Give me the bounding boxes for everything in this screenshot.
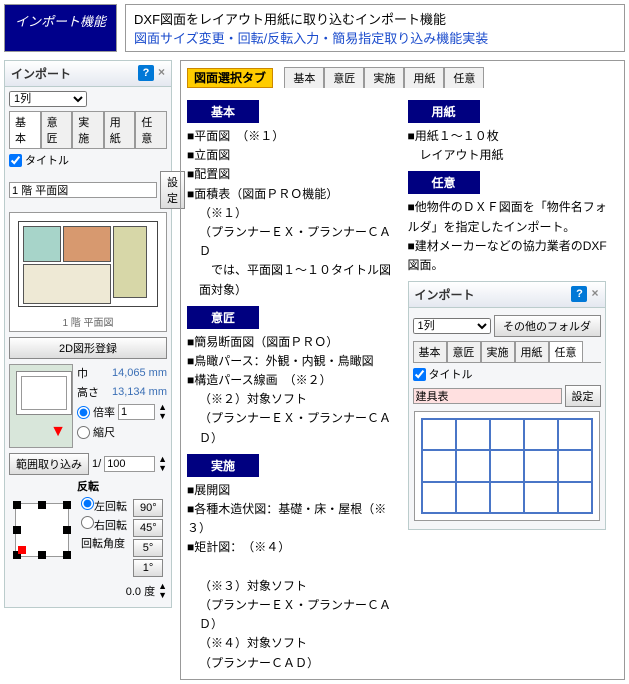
mini-column-select[interactable]: 1列 bbox=[413, 318, 491, 334]
mini-tab-isho[interactable]: 意匠 bbox=[447, 341, 481, 362]
mini-title-checkbox-label: タイトル bbox=[429, 366, 473, 382]
title-checkbox-label: タイトル bbox=[25, 152, 69, 168]
mini-title-input[interactable] bbox=[413, 388, 562, 404]
panel-title: インポート bbox=[11, 65, 71, 82]
help-icon[interactable]: ? bbox=[571, 286, 587, 302]
content-tab-jisshi[interactable]: 実施 bbox=[364, 67, 404, 88]
angle-90-button[interactable]: 90° bbox=[133, 499, 163, 517]
content-tab-youshi[interactable]: 用紙 bbox=[404, 67, 444, 88]
tab-jisshi[interactable]: 実施 bbox=[72, 111, 104, 148]
description-title: DXF図面をレイアウト用紙に取り込むインポート機能 bbox=[134, 9, 616, 28]
tab-isho[interactable]: 意匠 bbox=[41, 111, 73, 148]
other-folder-button[interactable]: その他のフォルダ bbox=[494, 315, 601, 337]
panel-tabs: 基本 意匠 実施 用紙 任意 bbox=[9, 111, 167, 149]
spinner-icon[interactable]: ▲▼ bbox=[158, 582, 167, 600]
height-value: 13,134 mm bbox=[112, 386, 167, 398]
title-input[interactable] bbox=[9, 182, 157, 198]
mini-tab-basic[interactable]: 基本 bbox=[413, 341, 447, 362]
scale-radio-label: 倍率 bbox=[93, 404, 115, 420]
import-panel: インポート ? × 1列 基本 意匠 実施 用紙 任意 タイトル bbox=[4, 60, 172, 608]
mini-tab-jisshi[interactable]: 実施 bbox=[481, 341, 515, 362]
handle-box[interactable] bbox=[15, 503, 69, 557]
help-icon[interactable]: ? bbox=[138, 65, 154, 81]
content-tab-nini[interactable]: 任意 bbox=[444, 67, 484, 88]
mini-title-checkbox[interactable] bbox=[413, 368, 426, 381]
floorplan-preview[interactable]: 1 階 平面図 bbox=[9, 212, 167, 332]
rotate-right-radio[interactable] bbox=[81, 516, 94, 529]
tab-basic[interactable]: 基本 bbox=[9, 111, 41, 148]
column-select[interactable]: 1列 bbox=[9, 91, 87, 107]
fit-range-button[interactable]: 範囲取り込み bbox=[9, 453, 89, 475]
mini-tab-youshi[interactable]: 用紙 bbox=[515, 341, 549, 362]
tab-nini[interactable]: 任意 bbox=[135, 111, 167, 148]
width-label: 巾 bbox=[77, 365, 88, 381]
scale-radio[interactable] bbox=[77, 406, 90, 419]
cat-youshi-list: ■用紙１～１０枚 レイアウト用紙 bbox=[408, 127, 619, 165]
scale-input[interactable] bbox=[118, 404, 155, 420]
content-box: 図面選択タブ 基本 意匠 実施 用紙 任意 基本 ■平面図 （※１） ■立面図 … bbox=[180, 60, 625, 680]
cat-isho-head: 意匠 bbox=[187, 306, 259, 329]
rotate-left-label: 左回転 bbox=[94, 501, 127, 513]
content-tab-basic[interactable]: 基本 bbox=[284, 67, 324, 88]
spinner-icon[interactable]: ▲▼ bbox=[158, 403, 167, 421]
cat-jisshi-head: 実施 bbox=[187, 454, 259, 477]
mini-panel-title: インポート bbox=[415, 286, 475, 303]
feature-badge: インポート機能 bbox=[4, 4, 117, 52]
grid-preview[interactable] bbox=[414, 411, 600, 521]
tabrow-heading: 図面選択タブ bbox=[187, 68, 273, 88]
tab-youshi[interactable]: 用紙 bbox=[104, 111, 136, 148]
mini-setting-button[interactable]: 設定 bbox=[565, 385, 601, 407]
spinner-icon[interactable]: ▲▼ bbox=[158, 455, 167, 473]
cat-jisshi-list: ■展開図 ■各種木造伏図：基礎・床・屋根（※３） ■矩計図： （※４） （※３）… bbox=[187, 481, 398, 673]
ratio-label: 1/ bbox=[92, 458, 101, 470]
angle-1-button[interactable]: 1° bbox=[133, 559, 163, 577]
current-angle: 0.0 度 bbox=[126, 583, 155, 599]
placement-preview[interactable]: ▼ bbox=[9, 364, 73, 448]
description-box: DXF図面をレイアウト用紙に取り込むインポート機能 図面サイズ変更・回転/反転入… bbox=[125, 4, 625, 52]
content-tab-isho[interactable]: 意匠 bbox=[324, 67, 364, 88]
angle-5-button[interactable]: 5° bbox=[133, 539, 163, 557]
cat-basic-list: ■平面図 （※１） ■立面図 ■配置図 ■面積表（図面ＰＲＯ機能） （※１） （… bbox=[187, 127, 398, 300]
close-icon[interactable]: × bbox=[158, 65, 165, 82]
mini-import-panel: インポート ? × 1列 その他のフォルダ 基本 意匠 bbox=[408, 281, 606, 530]
close-icon[interactable]: × bbox=[591, 286, 598, 303]
marker-icon: ▼ bbox=[50, 423, 66, 441]
title-checkbox[interactable] bbox=[9, 154, 22, 167]
cat-youshi-head: 用紙 bbox=[408, 100, 480, 123]
ratio-input[interactable] bbox=[104, 456, 155, 472]
shukushaku-radio[interactable] bbox=[77, 426, 90, 439]
height-label: 高さ bbox=[77, 384, 99, 400]
rotate-right-label: 右回転 bbox=[94, 520, 127, 532]
width-value: 14,065 mm bbox=[112, 367, 167, 379]
cat-nini-head: 任意 bbox=[408, 171, 480, 194]
rotate-angle-label: 回転角度 bbox=[81, 535, 127, 551]
shukushaku-radio-label: 縮尺 bbox=[93, 424, 115, 440]
cat-nini-list: ■他物件のＤＸＦ図面を「物件名フォルダ」を指定したインポート。 ■建材メーカーな… bbox=[408, 198, 619, 275]
register-2d-button[interactable]: 2D図形登録 bbox=[9, 337, 167, 359]
cat-basic-head: 基本 bbox=[187, 100, 259, 123]
rotate-left-radio[interactable] bbox=[81, 497, 94, 510]
floorplan-label: 1 階 平面図 bbox=[10, 314, 166, 329]
hanten-label: 反転 bbox=[77, 478, 99, 494]
angle-45-button[interactable]: 45° bbox=[133, 519, 163, 537]
cat-isho-list: ■簡易断面図（図面ＰＲＯ） ■鳥瞰パース：外観・内観・鳥瞰図 ■構造パース線画 … bbox=[187, 333, 398, 448]
mini-tab-nini[interactable]: 任意 bbox=[549, 341, 583, 362]
description-subtitle: 図面サイズ変更・回転/反転入力・簡易指定取り込み機能実装 bbox=[134, 28, 616, 47]
